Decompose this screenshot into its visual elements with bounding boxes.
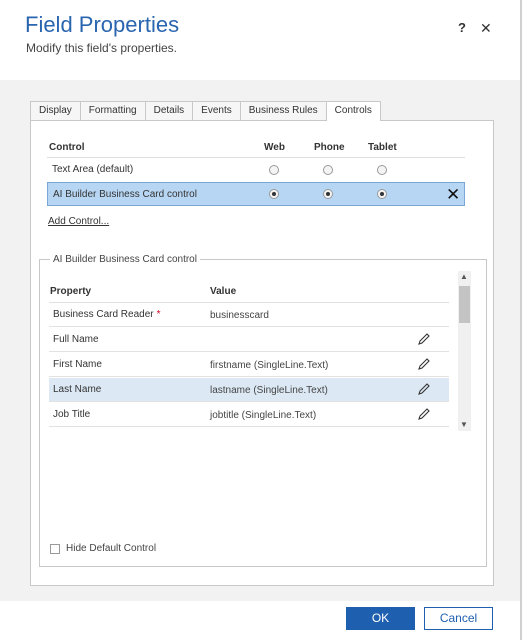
property-value: firstname (SingleLine.Text) [210, 360, 329, 371]
scroll-up-arrow-icon[interactable]: ▲ [460, 273, 468, 281]
field-properties-dialog: Field Properties Modify this field's pro… [0, 0, 522, 640]
ok-button[interactable]: OK [346, 607, 415, 630]
control-row-text-area[interactable]: Text Area (default) [47, 158, 465, 182]
radio-tablet[interactable] [377, 165, 387, 175]
tab-events[interactable]: Events [192, 101, 241, 120]
dialog-subtitle: Modify this field's properties. [26, 41, 178, 55]
column-header-control: Control [49, 142, 85, 153]
property-row-job-title[interactable]: Job Title jobtitle (SingleLine.Text) [49, 403, 449, 427]
control-name: AI Builder Business Card control [53, 189, 197, 200]
tab-formatting[interactable]: Formatting [79, 101, 146, 120]
control-name: Text Area (default) [52, 164, 134, 175]
property-value: lastname (SingleLine.Text) [210, 385, 328, 396]
tab-bar: Display Formatting Details Events Busine… [30, 101, 381, 121]
required-marker: * [156, 309, 161, 320]
radio-web[interactable] [269, 165, 279, 175]
control-row-ai-builder[interactable]: AI Builder Business Card control ✕ [47, 182, 465, 206]
column-header-property: Property [50, 286, 92, 297]
add-control-link[interactable]: Add Control... [48, 216, 109, 227]
control-properties-group: AI Builder Business Card control Propert… [39, 254, 487, 567]
scrollbar-thumb[interactable] [459, 286, 470, 323]
radio-phone[interactable] [323, 165, 333, 175]
property-name: Business Card Reader * [53, 309, 161, 320]
radio-tablet[interactable] [377, 189, 387, 199]
properties-scrollbar[interactable]: ▲ ▼ [458, 271, 471, 431]
pencil-icon[interactable] [417, 407, 431, 421]
property-name: First Name [53, 359, 102, 370]
property-row-business-card-reader[interactable]: Business Card Reader * businesscard [49, 303, 449, 327]
group-legend: AI Builder Business Card control [50, 254, 200, 265]
cancel-button[interactable]: Cancel [424, 607, 493, 630]
hide-default-control-label: Hide Default Control [66, 543, 157, 554]
pencil-icon[interactable] [417, 382, 431, 396]
column-header-web: Web [264, 142, 285, 153]
column-header-phone: Phone [314, 142, 345, 153]
tab-controls[interactable]: Controls [325, 101, 381, 121]
pencil-icon[interactable] [417, 332, 431, 346]
radio-phone[interactable] [323, 189, 333, 199]
property-row-last-name[interactable]: Last Name lastname (SingleLine.Text) [49, 378, 449, 402]
pencil-icon[interactable] [417, 357, 431, 371]
tab-details[interactable]: Details [144, 101, 194, 120]
tab-business-rules[interactable]: Business Rules [239, 101, 327, 120]
property-value: businesscard [210, 310, 269, 321]
help-icon[interactable]: ? [458, 20, 466, 35]
property-row-first-name[interactable]: First Name firstname (SingleLine.Text) [49, 353, 449, 377]
column-header-tablet: Tablet [368, 142, 397, 153]
tab-display[interactable]: Display [30, 101, 81, 120]
property-value: jobtitle (SingleLine.Text) [210, 410, 317, 421]
dialog-title: Field Properties [25, 12, 180, 37]
remove-control-icon[interactable]: ✕ [446, 185, 460, 205]
close-icon[interactable]: ✕ [480, 20, 492, 37]
property-name: Last Name [53, 384, 102, 395]
scroll-down-arrow-icon[interactable]: ▼ [460, 421, 468, 429]
hide-default-control-checkbox[interactable] [50, 544, 60, 554]
property-name: Full Name [53, 334, 99, 345]
property-name: Job Title [53, 409, 91, 420]
property-row-full-name[interactable]: Full Name [49, 328, 449, 352]
column-header-value: Value [210, 286, 237, 297]
radio-web[interactable] [269, 189, 279, 199]
controls-panel: Control Web Phone Tablet Text Area (defa… [30, 120, 494, 586]
